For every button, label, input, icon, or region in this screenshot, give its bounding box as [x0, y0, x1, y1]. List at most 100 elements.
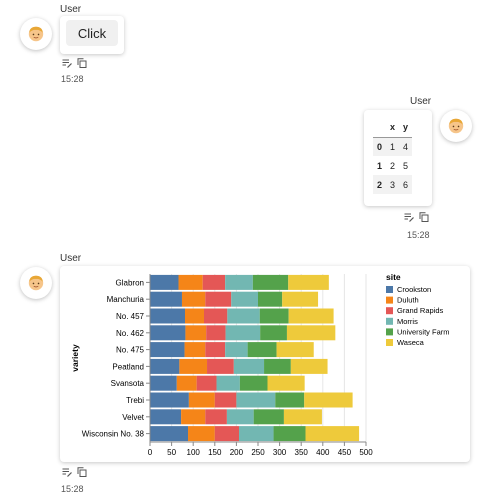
y-tick-label: Manchuria: [107, 295, 145, 304]
stacked-bar-chart: 0 50 100 150 200 250 300 350 400 450 500 Glabron Man…: [70, 272, 450, 470]
legend-title: site: [386, 272, 401, 282]
bar-segment: [150, 325, 186, 341]
table-cell: 1: [390, 141, 396, 152]
edit-icon[interactable]: [62, 467, 72, 477]
row-index: 2: [377, 179, 383, 190]
bar-segment: [305, 426, 360, 442]
message-bubble: x y 0 1 4 1 2 5 2 3 6: [364, 110, 432, 206]
bar-segment: [267, 375, 305, 391]
bar-segment: [181, 409, 206, 425]
copy-icon[interactable]: [77, 467, 87, 477]
bar-segment: [236, 392, 276, 408]
bar-segment: [276, 342, 314, 358]
bar-segment: [205, 409, 227, 425]
timestamp: 15:28: [61, 484, 84, 494]
bar-segment: [150, 291, 182, 307]
bar-segment: [204, 308, 228, 324]
x-tick-label: 350: [295, 448, 309, 457]
x-tick-label: 50: [167, 448, 176, 457]
bar-segment: [239, 375, 268, 391]
bar-segment: [216, 375, 240, 391]
row-index: 0: [377, 141, 383, 152]
bar-segment: [179, 358, 208, 374]
row-index: 1: [377, 160, 383, 171]
table-row: 1 2 5: [373, 156, 412, 175]
bar-segment: [273, 426, 306, 442]
user-avatar: [440, 110, 472, 142]
bar-segment: [188, 426, 215, 442]
user-avatar: [20, 18, 52, 50]
timestamp: 15:28: [61, 74, 84, 84]
table-row: 0 1 4: [373, 137, 413, 156]
bar-segment: [252, 274, 289, 290]
column-header: [373, 118, 387, 138]
bar-segment: [288, 274, 329, 290]
legend-label: Morris: [397, 317, 418, 326]
bar-segment: [184, 342, 206, 358]
timestamp: 15:28: [407, 230, 430, 240]
edit-icon[interactable]: [404, 212, 414, 222]
bar-segment: [227, 308, 260, 324]
legend-label: University Farm: [397, 327, 450, 336]
bar-segment: [181, 291, 206, 307]
legend-swatch: [386, 339, 393, 346]
person-icon: [28, 275, 44, 291]
table-cell: 3: [390, 179, 396, 190]
bar-segment: [205, 291, 232, 307]
y-tick-label: Velvet: [122, 413, 145, 422]
bar-segment: [214, 392, 237, 408]
y-tick-label: Svansota: [111, 379, 145, 388]
bar-segment: [206, 325, 226, 341]
column-header: x: [386, 118, 400, 138]
bar-segment: [275, 392, 305, 408]
bar-segment: [226, 409, 254, 425]
x-tick-label: 400: [316, 448, 330, 457]
bar-segment: [150, 392, 189, 408]
bar-segment: [205, 342, 226, 358]
bar-segment: [184, 308, 204, 324]
dataframe-table: x y 0 1 4 1 2 5 2 3 6: [373, 118, 413, 194]
message-tools: [404, 212, 429, 222]
legend-label: Crookston: [397, 285, 431, 294]
bar-segment: [214, 426, 239, 442]
x-tick-label: 200: [230, 448, 244, 457]
bar-segment: [196, 375, 217, 391]
bar-segment: [150, 274, 179, 290]
x-tick-label: 300: [273, 448, 287, 457]
table-header-row: x y: [373, 118, 413, 138]
legend-label: Waseca: [397, 338, 425, 347]
bar-segment: [225, 274, 253, 290]
click-button[interactable]: Click: [66, 20, 118, 46]
bar-segment: [150, 342, 185, 358]
bar-segment: [233, 358, 265, 374]
edit-icon[interactable]: [62, 58, 72, 68]
bar-segment: [238, 426, 274, 442]
bar-segment: [282, 291, 319, 307]
bar-segment: [283, 409, 322, 425]
bar-segment: [150, 409, 182, 425]
y-tick-label: No. 457: [116, 312, 145, 321]
bar-segment: [150, 308, 185, 324]
legend-swatch: [386, 307, 393, 315]
sender-label: User: [60, 253, 82, 264]
copy-icon[interactable]: [419, 212, 429, 222]
bar-segment: [253, 409, 284, 425]
bar-segment: [150, 358, 180, 374]
bar-segment: [264, 358, 291, 374]
sender-label: User: [410, 96, 432, 107]
message-bubble: 0 50 100 150 200 250 300 350 400 450 500 Glabron Man…: [60, 266, 470, 470]
legend-label: Grand Rapids: [397, 306, 444, 315]
bar-segment: [150, 426, 189, 442]
table-cell: 4: [403, 141, 409, 152]
bar-segment: [188, 392, 215, 408]
bar-segment: [304, 392, 353, 408]
message-bubble: Click: [60, 16, 124, 54]
table-row: 2 3 6: [373, 175, 413, 194]
legend-swatch: [386, 296, 393, 304]
bar-segment: [260, 325, 287, 341]
bar-segment: [288, 308, 334, 324]
y-tick-label: Glabron: [116, 278, 144, 287]
x-tick-label: 150: [208, 448, 222, 457]
y-tick-label: No. 462: [116, 329, 145, 338]
copy-icon[interactable]: [77, 58, 87, 68]
